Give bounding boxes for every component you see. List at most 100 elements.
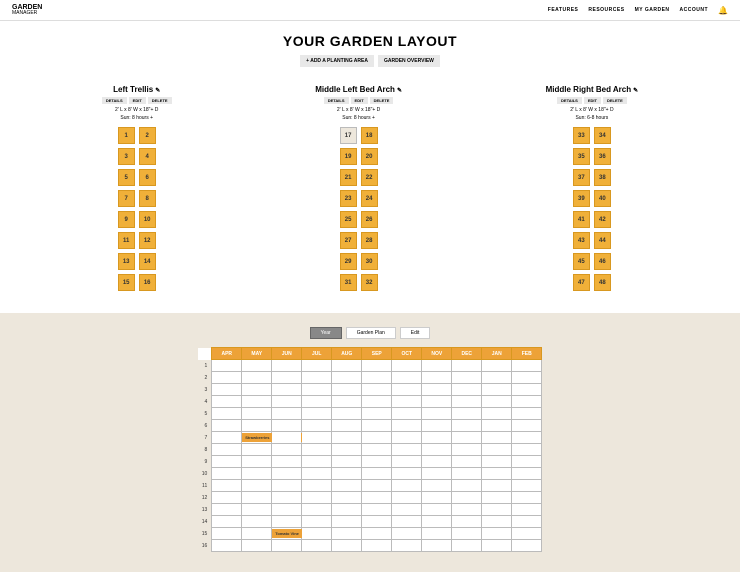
timeline-cell[interactable] bbox=[362, 384, 392, 396]
timeline-cell[interactable] bbox=[362, 396, 392, 408]
plot-cell[interactable]: 5 bbox=[118, 169, 135, 186]
timeline-cell[interactable] bbox=[302, 540, 332, 552]
plot-cell[interactable]: 13 bbox=[118, 253, 135, 270]
timeline-cell[interactable] bbox=[392, 492, 422, 504]
timeline-cell[interactable] bbox=[512, 516, 542, 528]
plot-cell[interactable]: 35 bbox=[573, 148, 590, 165]
timeline-cell[interactable] bbox=[332, 456, 362, 468]
timeline-cell[interactable] bbox=[482, 492, 512, 504]
timeline-cell[interactable] bbox=[482, 480, 512, 492]
timeline-cell[interactable] bbox=[212, 504, 242, 516]
timeline-cell[interactable] bbox=[362, 360, 392, 372]
timeline-cell[interactable] bbox=[482, 420, 512, 432]
plot-cell[interactable]: 15 bbox=[118, 274, 135, 291]
timeline-cell[interactable] bbox=[212, 420, 242, 432]
timeline-cell[interactable] bbox=[302, 528, 332, 540]
timeline-cell[interactable] bbox=[482, 360, 512, 372]
bell-icon[interactable]: 🔔 bbox=[718, 6, 728, 15]
timeline-cell[interactable] bbox=[422, 528, 452, 540]
timeline-cell[interactable] bbox=[362, 528, 392, 540]
timeline-cell[interactable] bbox=[512, 480, 542, 492]
plot-cell[interactable]: 20 bbox=[361, 148, 378, 165]
timeline-cell[interactable] bbox=[512, 396, 542, 408]
timeline-cell[interactable] bbox=[452, 468, 482, 480]
timeline-cell[interactable] bbox=[332, 396, 362, 408]
timeline-cell[interactable] bbox=[302, 360, 332, 372]
plot-cell[interactable]: 28 bbox=[361, 232, 378, 249]
garden-overview-button[interactable]: GARDEN OVERVIEW bbox=[378, 55, 440, 67]
plot-cell[interactable]: 14 bbox=[139, 253, 156, 270]
timeline-cell[interactable] bbox=[512, 360, 542, 372]
timeline-cell[interactable]: Tomato Vine bbox=[272, 528, 302, 540]
plot-cell[interactable]: 6 bbox=[139, 169, 156, 186]
timeline-cell[interactable] bbox=[512, 504, 542, 516]
timeline-cell[interactable] bbox=[452, 492, 482, 504]
timeline-cell[interactable] bbox=[272, 396, 302, 408]
timeline-cell[interactable] bbox=[332, 420, 362, 432]
timeline-cell[interactable] bbox=[332, 372, 362, 384]
timeline-cell[interactable] bbox=[362, 516, 392, 528]
timeline-cell[interactable] bbox=[212, 492, 242, 504]
plot-cell[interactable]: 30 bbox=[361, 253, 378, 270]
add-planting-area-button[interactable]: + ADD A PLANTING AREA bbox=[300, 55, 374, 67]
timeline-cell[interactable] bbox=[512, 492, 542, 504]
timeline-cell[interactable] bbox=[302, 456, 332, 468]
plot-cell[interactable]: 3 bbox=[118, 148, 135, 165]
edit-button[interactable]: Edit bbox=[400, 327, 431, 339]
timeline-cell[interactable] bbox=[302, 444, 332, 456]
timeline-cell[interactable] bbox=[392, 480, 422, 492]
timeline-cell[interactable] bbox=[212, 360, 242, 372]
plot-cell[interactable]: 1 bbox=[118, 127, 135, 144]
timeline-cell[interactable] bbox=[362, 456, 392, 468]
timeline-cell[interactable] bbox=[452, 420, 482, 432]
timeline-cell[interactable] bbox=[362, 408, 392, 420]
timeline-cell[interactable] bbox=[422, 540, 452, 552]
plot-cell[interactable]: 45 bbox=[573, 253, 590, 270]
timeline-cell[interactable] bbox=[302, 372, 332, 384]
plot-cell[interactable]: 44 bbox=[594, 232, 611, 249]
timeline-cell[interactable] bbox=[242, 528, 272, 540]
logo[interactable]: GARDEN MANAGER bbox=[12, 4, 42, 16]
plot-cell[interactable]: 18 bbox=[361, 127, 378, 144]
timeline-cell[interactable] bbox=[332, 540, 362, 552]
timeline-cell[interactable] bbox=[272, 408, 302, 420]
timeline-cell[interactable] bbox=[242, 408, 272, 420]
timeline-cell[interactable] bbox=[452, 528, 482, 540]
timeline-cell[interactable] bbox=[392, 456, 422, 468]
timeline-cell[interactable] bbox=[452, 504, 482, 516]
timeline-cell[interactable] bbox=[242, 540, 272, 552]
timeline-cell[interactable] bbox=[332, 444, 362, 456]
timeline-cell[interactable] bbox=[482, 528, 512, 540]
timeline-cell[interactable] bbox=[482, 504, 512, 516]
timeline-cell[interactable] bbox=[362, 420, 392, 432]
timeline-cell[interactable] bbox=[272, 492, 302, 504]
timeline-cell[interactable] bbox=[272, 384, 302, 396]
timeline-cell[interactable] bbox=[422, 408, 452, 420]
timeline-cell[interactable] bbox=[512, 468, 542, 480]
timeline-cell[interactable] bbox=[212, 396, 242, 408]
plot-cell[interactable]: 24 bbox=[361, 190, 378, 207]
timeline-cell[interactable] bbox=[452, 480, 482, 492]
timeline-cell[interactable] bbox=[512, 540, 542, 552]
timeline-cell[interactable] bbox=[422, 492, 452, 504]
timeline-cell[interactable] bbox=[302, 432, 332, 444]
timeline-cell[interactable] bbox=[242, 468, 272, 480]
plot-cell[interactable]: 22 bbox=[361, 169, 378, 186]
timeline-cell[interactable] bbox=[422, 480, 452, 492]
plot-cell[interactable]: 29 bbox=[340, 253, 357, 270]
timeline-cell[interactable] bbox=[392, 540, 422, 552]
edit-icon[interactable]: ✎ bbox=[155, 88, 160, 94]
timeline-cell[interactable] bbox=[332, 492, 362, 504]
garden-plan-button[interactable]: Garden Plan bbox=[346, 327, 396, 339]
timeline-cell[interactable] bbox=[422, 420, 452, 432]
timeline-cell[interactable] bbox=[242, 444, 272, 456]
bed-edit-button[interactable]: EDIT bbox=[351, 97, 368, 104]
plot-cell[interactable]: 7 bbox=[118, 190, 135, 207]
timeline-cell[interactable] bbox=[332, 480, 362, 492]
plot-cell[interactable]: 19 bbox=[340, 148, 357, 165]
timeline-cell[interactable] bbox=[272, 360, 302, 372]
timeline-cell[interactable] bbox=[422, 516, 452, 528]
timeline-cell[interactable] bbox=[212, 480, 242, 492]
timeline-cell[interactable] bbox=[392, 360, 422, 372]
plot-cell[interactable]: 21 bbox=[340, 169, 357, 186]
